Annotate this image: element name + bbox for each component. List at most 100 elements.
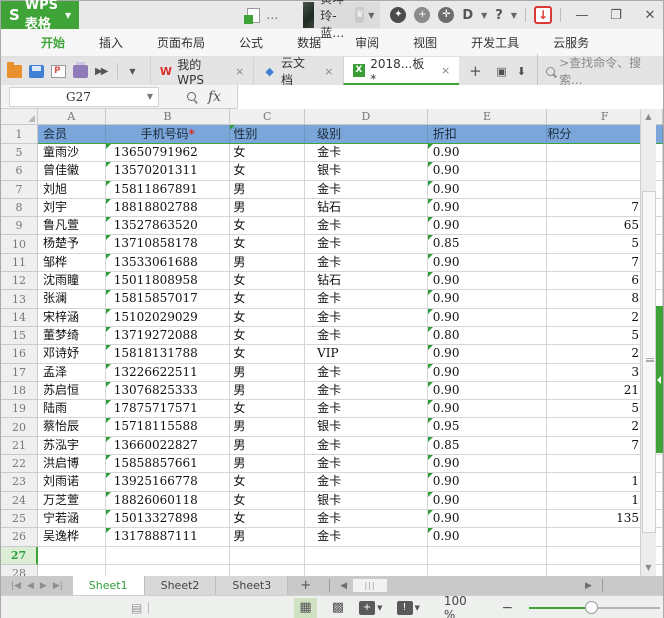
add-sheet-button[interactable]: + <box>288 578 323 593</box>
share-icon[interactable]: ⬇ <box>511 65 531 78</box>
cell-phone[interactable]: 15815857017 <box>106 290 231 308</box>
cell-phone[interactable]: 13570201311 <box>106 162 231 180</box>
row-header-6[interactable]: 6 <box>1 162 38 180</box>
cell-name[interactable]: 吴逸桦 <box>38 528 106 546</box>
row-header-15[interactable]: 15 <box>1 327 38 345</box>
tab-data[interactable]: 数据 <box>297 34 321 51</box>
cell-level[interactable]: 金卡 <box>305 455 428 473</box>
name-box[interactable]: G27 ▼ <box>9 87 159 107</box>
save-icon[interactable] <box>29 65 44 78</box>
close-button[interactable]: ✕ <box>637 8 663 23</box>
cell-name[interactable]: 苏泓宇 <box>38 437 106 455</box>
row-header-27[interactable]: 27 <box>1 547 38 565</box>
sheet-tab-sheet1[interactable]: Sheet1 <box>73 576 145 595</box>
cell-empty[interactable] <box>230 547 305 565</box>
row-header-8[interactable]: 8 <box>1 199 38 217</box>
app-logo[interactable]: S WPS 表格 ▼ <box>1 1 79 29</box>
cell-level[interactable]: 金卡 <box>305 327 428 345</box>
minimize-button[interactable]: — <box>569 8 595 23</box>
download-icon[interactable]: ↓ <box>534 6 552 24</box>
page-break-view-icon[interactable]: ▩ <box>327 598 349 618</box>
doc-tab-cloud-docs[interactable]: ◆ 云文档 × <box>253 57 342 85</box>
cell-phone[interactable]: 15011808958 <box>106 272 231 290</box>
horizontal-scrollbar-thumb[interactable]: ||| <box>353 579 387 592</box>
cell-discount[interactable]: 0.90 <box>428 455 548 473</box>
header-cell-4[interactable]: 折扣 <box>428 125 548 144</box>
close-icon[interactable]: × <box>441 64 450 77</box>
select-all-corner[interactable] <box>1 109 38 125</box>
cell-phone[interactable]: 15818131788 <box>106 345 231 363</box>
cell-phone[interactable]: 15718115588 <box>106 418 231 436</box>
row-header-19[interactable]: 19 <box>1 400 38 418</box>
cell-phone[interactable]: 18818802788 <box>106 199 231 217</box>
tab-review[interactable]: 审阅 <box>355 34 379 51</box>
cell-phone[interactable]: 18826060118 <box>106 492 231 510</box>
scroll-up-icon[interactable]: ▲ <box>641 109 656 125</box>
cell-gender[interactable]: 女 <box>230 473 305 491</box>
cell-phone[interactable]: 13710858178 <box>106 235 231 253</box>
cell-discount[interactable]: 0.90 <box>428 181 548 199</box>
cell-gender[interactable]: 男 <box>230 181 305 199</box>
cell-discount[interactable]: 0.90 <box>428 162 548 180</box>
cell-name[interactable]: 曾佳徽 <box>38 162 106 180</box>
cell-gender[interactable]: 女 <box>230 290 305 308</box>
cell-phone[interactable]: 15013327898 <box>106 510 231 528</box>
column-header-A[interactable]: A <box>38 109 106 125</box>
cell-discount[interactable]: 0.90 <box>428 199 548 217</box>
cell-level[interactable]: 金卡 <box>305 254 428 272</box>
cell-discount[interactable]: 0.90 <box>428 400 548 418</box>
cell-gender[interactable]: 男 <box>230 254 305 272</box>
cell-discount[interactable]: 0.90 <box>428 364 548 382</box>
cell-name[interactable]: 沈雨瞳 <box>38 272 106 290</box>
cell-empty[interactable] <box>305 547 428 565</box>
search-box[interactable]: >查找命令、搜索... <box>537 54 663 88</box>
cell-discount[interactable]: 0.90 <box>428 217 548 235</box>
cell-level[interactable]: 金卡 <box>305 364 428 382</box>
tab-cloud[interactable]: 云服务 <box>553 34 589 51</box>
chevron-down-icon[interactable]: ▼ <box>415 604 420 612</box>
row-header-23[interactable]: 23 <box>1 473 38 491</box>
cell-level[interactable]: 银卡 <box>305 418 428 436</box>
row-header-13[interactable]: 13 <box>1 290 38 308</box>
close-icon[interactable]: × <box>324 65 333 78</box>
more-tools-icon[interactable]: ▶▶ <box>95 66 106 77</box>
row-header-25[interactable]: 25 <box>1 510 38 528</box>
cell-discount[interactable]: 0.90 <box>428 254 548 272</box>
cell-discount[interactable]: 0.90 <box>428 528 548 546</box>
cell-name[interactable]: 宁若涵 <box>38 510 106 528</box>
cell-gender[interactable]: 女 <box>230 144 305 162</box>
open-file-icon[interactable] <box>7 65 22 78</box>
next-sheet-icon[interactable]: ▶ <box>40 581 47 591</box>
cell-name[interactable]: 董梦绮 <box>38 327 106 345</box>
cell-name[interactable]: 鲁凡萱 <box>38 217 106 235</box>
cell-gender[interactable]: 女 <box>230 492 305 510</box>
cell-phone[interactable]: 13178887111 <box>106 528 231 546</box>
cell-gender[interactable]: 女 <box>230 510 305 528</box>
cell-level[interactable]: 金卡 <box>305 473 428 491</box>
row-header-26[interactable]: 26 <box>1 528 38 546</box>
row-header-11[interactable]: 11 <box>1 254 38 272</box>
cell-name[interactable]: 万芝萱 <box>38 492 106 510</box>
cell-phone[interactable]: 13650791962 <box>106 144 231 162</box>
user-account[interactable]: 黄坤玲-蓝… ♛ ▼ <box>314 2 380 28</box>
sheet-tab-sheet3[interactable]: Sheet3 <box>216 576 288 595</box>
cell-discount[interactable]: 0.85 <box>428 437 548 455</box>
cell-discount[interactable]: 0.90 <box>428 382 548 400</box>
ellipsis-label[interactable]: … <box>266 8 279 22</box>
cell-gender[interactable]: 女 <box>230 327 305 345</box>
chevron-down-icon[interactable]: ▼ <box>481 11 487 20</box>
doc-tab-current-workbook[interactable]: X 2018...板 * × <box>343 57 460 85</box>
status-grid-icon[interactable]: ▤ <box>131 601 142 615</box>
cell-level[interactable]: 金卡 <box>305 400 428 418</box>
cell-level[interactable]: 金卡 <box>305 528 428 546</box>
row-header-5[interactable]: 5 <box>1 144 38 162</box>
column-header-C[interactable]: C <box>230 109 305 125</box>
column-header-B[interactable]: B <box>106 109 231 125</box>
cell-discount[interactable]: 0.90 <box>428 144 548 162</box>
header-cell-0[interactable]: 会员 <box>38 125 106 144</box>
row-header-18[interactable]: 18 <box>1 382 38 400</box>
cell-level[interactable]: 钻石 <box>305 199 428 217</box>
cell-level[interactable]: 金卡 <box>305 510 428 528</box>
print-icon[interactable] <box>73 65 88 78</box>
cell-discount[interactable]: 0.85 <box>428 235 548 253</box>
